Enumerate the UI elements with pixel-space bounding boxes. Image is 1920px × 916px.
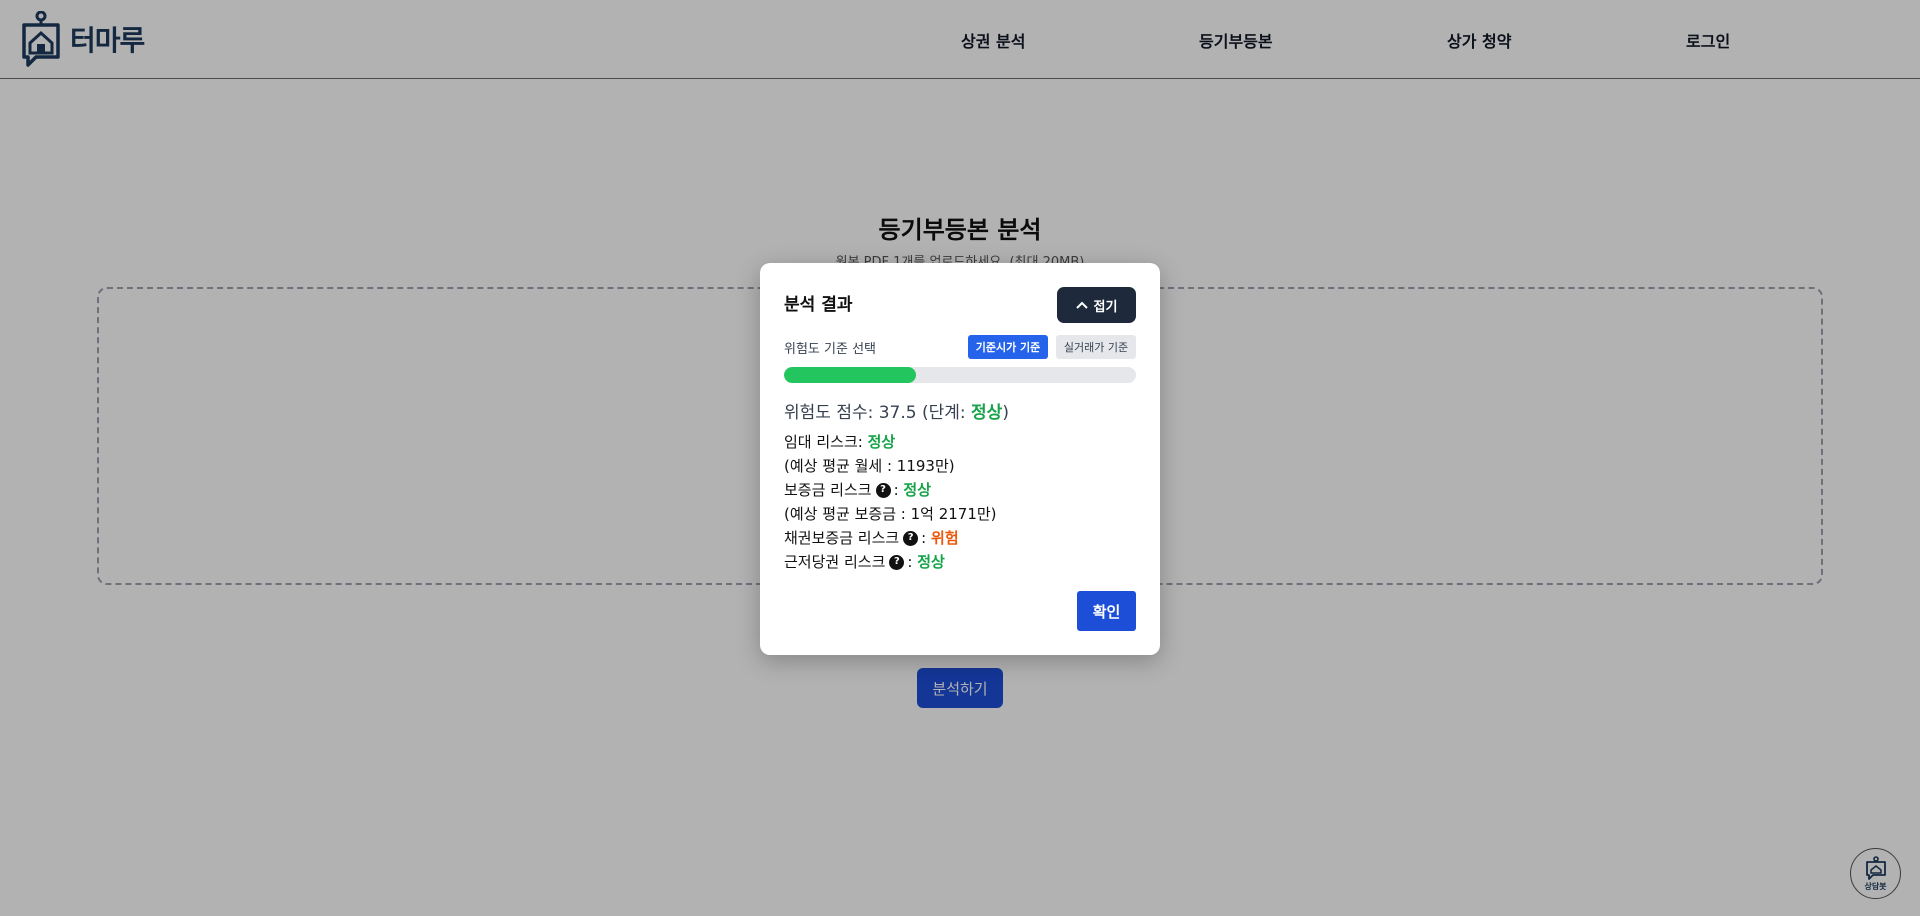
mortgage-help-icon[interactable]: ?: [889, 554, 905, 570]
risk-progress-bar: [784, 367, 1136, 383]
mortgage-risk-label: 근저당권 리스크: [784, 553, 886, 571]
rent-risk-row: 임대 리스크: 정상: [784, 430, 1136, 454]
rent-risk-label: 임대 리스크:: [784, 433, 863, 451]
rent-note: (예상 평균 월세 : 1193만): [784, 457, 955, 475]
standard-official-price-button[interactable]: 기준시가 기준: [968, 335, 1048, 359]
mortgage-risk-row: 근저당권 리스크 ? : 정상: [784, 550, 1136, 574]
risk-progress-fill: [784, 367, 916, 383]
score-level: 정상: [971, 403, 1003, 423]
deposit-colon: :: [893, 481, 899, 499]
rent-risk-value: 정상: [867, 433, 896, 451]
collapse-button[interactable]: 접기: [1057, 287, 1136, 323]
deposit-help-icon[interactable]: ?: [875, 482, 891, 498]
score-prefix: 위험도 점수: 37.5 (단계:: [784, 403, 972, 423]
risk-list: 임대 리스크: 정상 (예상 평균 월세 : 1193만) 보증금 리스크 ? …: [784, 430, 1136, 574]
bond-risk-label: 채권보증금 리스크: [784, 529, 900, 547]
deposit-risk-value: 정상: [903, 481, 932, 499]
bond-risk-row: 채권보증금 리스크 ? : 위험: [784, 526, 1136, 550]
score-suffix: ): [1002, 403, 1009, 423]
bond-colon: :: [921, 529, 927, 547]
deposit-risk-label: 보증금 리스크: [784, 481, 872, 499]
modal-title: 분석 결과: [784, 295, 853, 315]
mortgage-risk-value: 정상: [917, 553, 945, 571]
analysis-result-modal: 분석 결과 접기 위험도 기준 선택 기준시가 기준 실거래가 기준 위험도 점…: [760, 263, 1160, 655]
standard-actual-price-button[interactable]: 실거래가 기준: [1056, 335, 1136, 359]
risk-standard-label: 위험도 기준 선택: [784, 342, 876, 357]
bond-risk-value: 위험: [931, 529, 959, 547]
collapse-button-label: 접기: [1093, 299, 1118, 315]
deposit-note: (예상 평균 보증금 : 1억 2171만): [784, 505, 997, 523]
confirm-button[interactable]: 확인: [1077, 591, 1136, 631]
mortgage-colon: :: [907, 553, 913, 571]
bond-help-icon[interactable]: ?: [903, 530, 919, 546]
deposit-risk-row: 보증금 리스크 ? : 정상: [784, 478, 1136, 502]
risk-score: 위험도 점수: 37.5 (단계: 정상): [784, 398, 1009, 423]
chevron-up-icon: [1075, 301, 1088, 309]
